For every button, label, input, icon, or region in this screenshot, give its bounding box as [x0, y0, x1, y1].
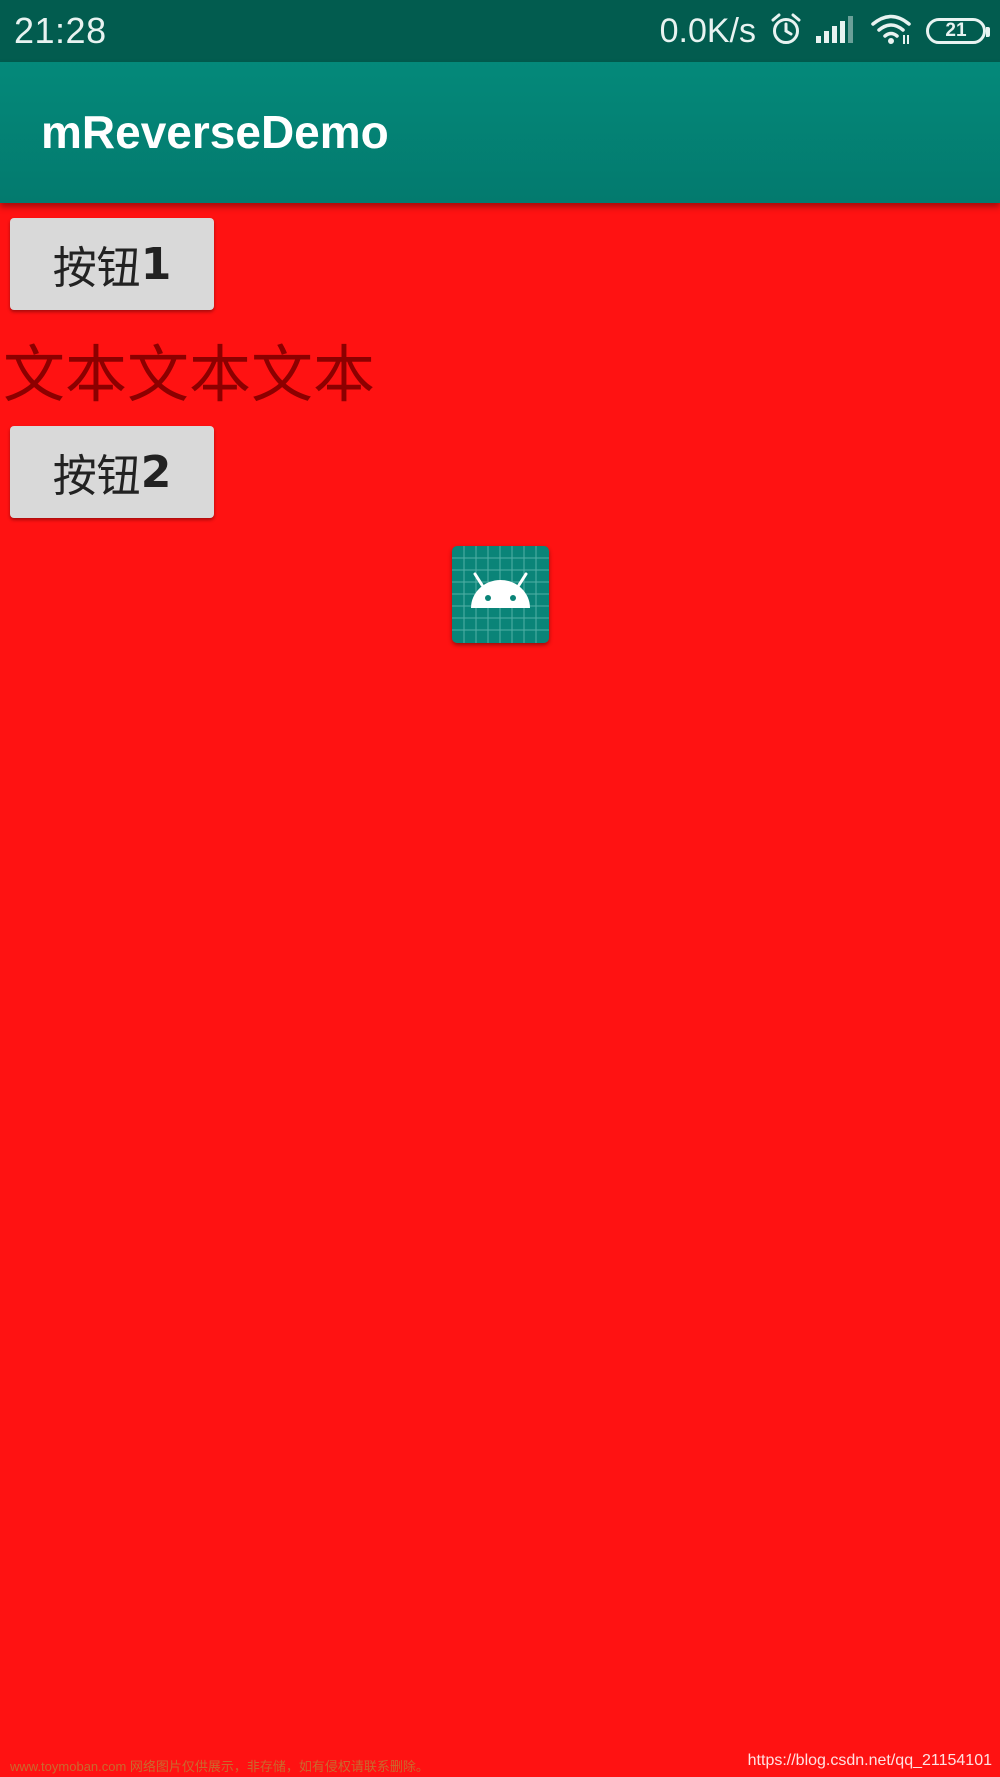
- button-1[interactable]: 按钮 1: [10, 218, 214, 310]
- net-speed: 0.0K/s: [659, 12, 756, 50]
- app-bar: mReverseDemo: [0, 62, 1000, 203]
- wifi-icon: [870, 13, 912, 50]
- signal-icon: [816, 15, 856, 48]
- alarm-icon: [770, 12, 802, 51]
- app-title: mReverseDemo: [41, 106, 389, 158]
- button-2[interactable]: 按钮 2: [10, 426, 214, 518]
- status-bar: 21:28 0.0K/s 21: [0, 0, 1000, 62]
- button-1-label: 按钮: [52, 243, 141, 294]
- watermark-text: www.toymoban.com 网络图片仅供展示，非存储，如有侵权请联系删除。: [10, 1759, 429, 1774]
- button-2-label: 按钮: [52, 451, 141, 502]
- android-icon: [452, 546, 549, 643]
- button-2-number: 2: [140, 446, 172, 498]
- button-1-number: 1: [140, 238, 172, 290]
- status-time: 21:28: [14, 10, 107, 51]
- source-url: https://blog.csdn.net/qq_21154101: [747, 1752, 992, 1769]
- text-view: 文本文本文本: [3, 338, 376, 411]
- battery-level: 21: [945, 20, 967, 41]
- status-icons: 0.0K/s 21: [659, 10, 990, 52]
- battery-icon: 21: [926, 18, 990, 44]
